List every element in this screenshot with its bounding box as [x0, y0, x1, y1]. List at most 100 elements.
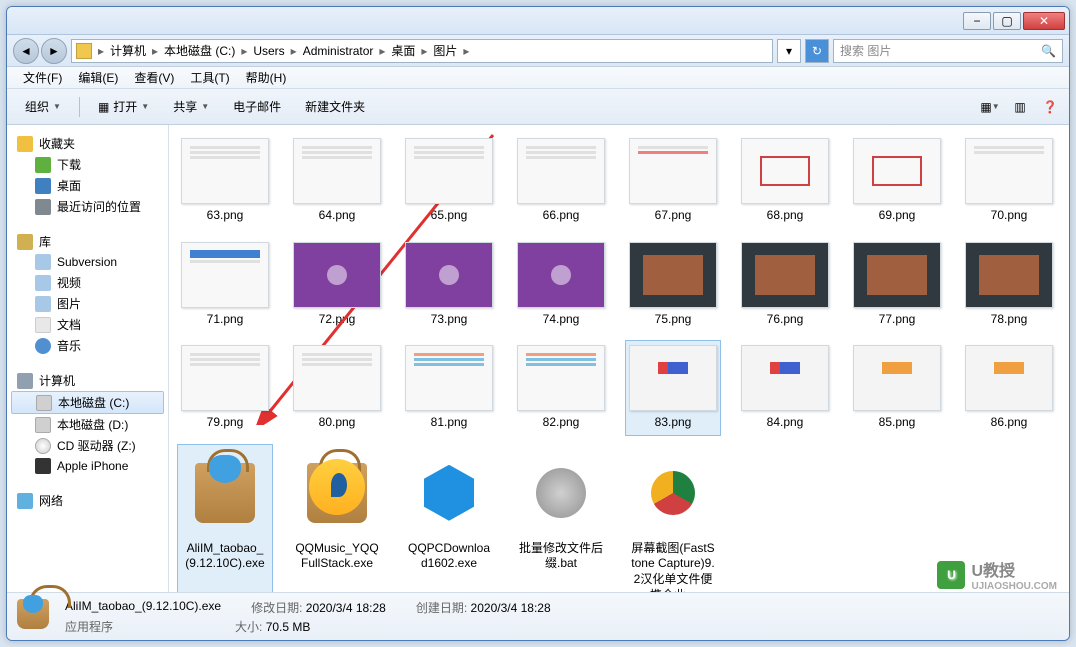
file-item-bat[interactable]: 批量修改文件后缀.bat [513, 444, 609, 592]
file-item[interactable]: 85.png [849, 340, 945, 436]
sidebar-item-drive-c[interactable]: 本地磁盘 (C:) [11, 391, 164, 414]
organize-button[interactable]: 组织▼ [15, 94, 71, 119]
sidebar-item-iphone[interactable]: Apple iPhone [7, 456, 168, 476]
bc-desktop[interactable]: 桌面 [387, 42, 419, 59]
qqpc-icon [424, 465, 474, 521]
sidebar-item-recent[interactable]: 最近访问的位置 [7, 196, 168, 217]
sidebar-item-docs[interactable]: 文档 [7, 314, 168, 335]
recent-icon [35, 199, 51, 215]
maximize-icon: ▢ [1001, 14, 1012, 28]
forward-button[interactable]: ► [41, 38, 67, 64]
file-item[interactable]: 77.png [849, 237, 945, 333]
file-item[interactable]: 82.png [513, 340, 609, 436]
file-list-area[interactable]: 63.png 64.png 65.png 66.png 67.png 68.pn… [169, 125, 1069, 592]
maximize-button[interactable]: ▢ [993, 12, 1021, 30]
help-button[interactable]: ❓ [1039, 96, 1061, 118]
file-item[interactable]: 74.png [513, 237, 609, 333]
status-size-label: 大小: [235, 620, 262, 634]
menu-file[interactable]: 文件(F) [15, 69, 70, 86]
history-dropdown[interactable]: ▾ [777, 39, 801, 63]
sidebar-item-videos[interactable]: 视频 [7, 272, 168, 293]
open-icon: ▦ [98, 100, 109, 114]
menu-tools[interactable]: 工具(T) [182, 69, 237, 86]
chevron-right-icon: ▸ [419, 44, 429, 58]
sidebar-item-music[interactable]: 音乐 [7, 335, 168, 356]
file-item[interactable]: 65.png [401, 133, 497, 229]
back-button[interactable]: ◄ [13, 38, 39, 64]
search-input[interactable]: 搜索 图片 🔍 [833, 39, 1063, 63]
file-item[interactable]: 64.png [289, 133, 385, 229]
breadcrumb[interactable]: ▸ 计算机 ▸ 本地磁盘 (C:) ▸ Users ▸ Administrato… [71, 39, 773, 63]
minimize-button[interactable]: − [963, 12, 991, 30]
chevron-right-icon: ▸ [150, 44, 160, 58]
file-item[interactable]: 70.png [961, 133, 1057, 229]
sidebar-network[interactable]: 网络 [7, 490, 168, 511]
status-filename: AliIM_taobao_(9.12.10C).exe [65, 599, 221, 616]
view-options-button[interactable]: ▦▼ [979, 96, 1001, 118]
sidebar-item-svn[interactable]: Subversion [7, 252, 168, 272]
sidebar-item-pictures[interactable]: 图片 [7, 293, 168, 314]
file-item[interactable]: 72.png [289, 237, 385, 333]
file-item-qqpc[interactable]: QQPCDownload1602.exe [401, 444, 497, 592]
video-icon [35, 275, 51, 291]
preview-pane-button[interactable]: ▥ [1009, 96, 1031, 118]
chevron-down-icon: ▼ [992, 102, 1000, 111]
watermark: U U教授 UJIAOSHOU.COM [937, 557, 1057, 592]
file-item[interactable]: 73.png [401, 237, 497, 333]
newfolder-button[interactable]: 新建文件夹 [295, 94, 375, 119]
file-item[interactable]: 80.png [289, 340, 385, 436]
file-item-aliim[interactable]: AliIM_taobao_(9.12.10C).exe [177, 444, 273, 592]
close-button[interactable]: ✕ [1023, 12, 1065, 30]
file-item[interactable]: 76.png [737, 237, 833, 333]
titlebar: − ▢ ✕ [7, 7, 1069, 35]
chevron-right-icon: ▸ [461, 44, 471, 58]
sidebar-computer[interactable]: 计算机 [7, 370, 168, 391]
bc-computer[interactable]: 计算机 [106, 42, 150, 59]
file-item[interactable]: 81.png [401, 340, 497, 436]
bc-users[interactable]: Users [249, 44, 288, 58]
file-item[interactable]: 79.png [177, 340, 273, 436]
sidebar-item-drive-d[interactable]: 本地磁盘 (D:) [7, 414, 168, 435]
file-item[interactable]: 67.png [625, 133, 721, 229]
email-button[interactable]: 电子邮件 [223, 94, 291, 119]
file-item[interactable]: 78.png [961, 237, 1057, 333]
library-icon [17, 234, 33, 250]
file-item[interactable]: 69.png [849, 133, 945, 229]
sidebar-item-desktop[interactable]: 桌面 [7, 175, 168, 196]
status-create-value: 2020/3/4 18:28 [471, 601, 551, 615]
refresh-button[interactable]: ↻ [805, 39, 829, 63]
download-icon [35, 157, 51, 173]
minimize-icon: − [973, 14, 980, 28]
file-item-faststone[interactable]: 屏幕截图(FastStone Capture)9.2汉化单文件便携企业... [625, 444, 721, 592]
sidebar-item-cd[interactable]: CD 驱动器 (Z:) [7, 435, 168, 456]
file-item[interactable]: 66.png [513, 133, 609, 229]
share-button[interactable]: 共享▼ [163, 94, 219, 119]
network-icon [17, 493, 33, 509]
file-item[interactable]: 84.png [737, 340, 833, 436]
file-item[interactable]: 68.png [737, 133, 833, 229]
bc-drive-c[interactable]: 本地磁盘 (C:) [160, 42, 239, 59]
file-item[interactable]: 63.png [177, 133, 273, 229]
status-create-label: 创建日期: [416, 601, 467, 615]
sidebar-item-downloads[interactable]: 下载 [7, 154, 168, 175]
sidebar-favorites[interactable]: 收藏夹 [7, 133, 168, 154]
open-button[interactable]: ▦打开▼ [88, 94, 159, 119]
file-item[interactable]: 75.png [625, 237, 721, 333]
folder-icon [35, 254, 51, 270]
menu-edit[interactable]: 编辑(E) [70, 69, 126, 86]
menu-help[interactable]: 帮助(H) [238, 69, 295, 86]
bc-admin[interactable]: Administrator [299, 44, 378, 58]
bc-pictures[interactable]: 图片 [429, 42, 461, 59]
file-item[interactable]: 71.png [177, 237, 273, 333]
chevron-right-icon: ▸ [96, 44, 106, 58]
sidebar-libraries[interactable]: 库 [7, 231, 168, 252]
file-item[interactable]: 83.png [625, 340, 721, 436]
watermark-logo-icon: U [937, 561, 965, 589]
menu-view[interactable]: 查看(V) [126, 69, 182, 86]
file-item-qqmusic[interactable]: QQMusic_YQQFullStack.exe [289, 444, 385, 592]
explorer-window: − ▢ ✕ ◄ ► ▸ 计算机 ▸ 本地磁盘 (C:) ▸ Users ▸ Ad… [6, 6, 1070, 641]
music-icon [35, 338, 51, 354]
qqmusic-icon [307, 463, 367, 523]
chevron-down-icon: ▼ [201, 102, 209, 111]
file-item[interactable]: 86.png [961, 340, 1057, 436]
